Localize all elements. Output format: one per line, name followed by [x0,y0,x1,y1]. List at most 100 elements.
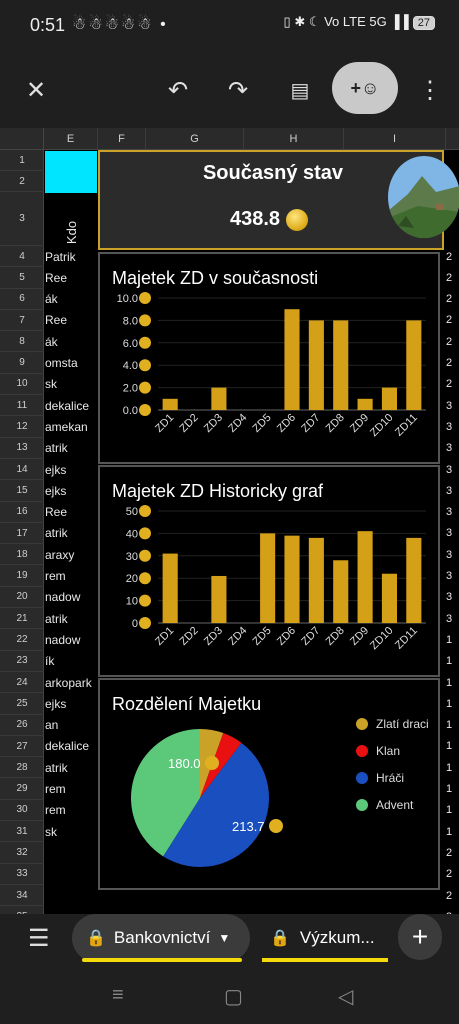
row-header[interactable]: 17 [0,523,44,545]
cell-e[interactable]: atrik [45,608,98,629]
cell-j[interactable]: 3 [446,587,459,608]
cell-j[interactable]: 1 [446,651,459,672]
column-header-g[interactable]: G [146,128,244,150]
cell-e[interactable]: rem [45,566,98,587]
row-header[interactable]: 4 [0,246,44,268]
row-header[interactable]: 11 [0,395,44,417]
column-header-e[interactable]: E [44,128,98,150]
cell-j[interactable]: 2 [446,331,459,352]
row-header[interactable]: 6 [0,289,44,310]
row-header[interactable]: 16 [0,502,44,523]
row-header[interactable]: 10 [0,374,44,396]
cell-e[interactable]: ejks [45,693,98,714]
column-header-h[interactable]: H [244,128,344,150]
chart-asset-distribution[interactable]: Rozdělení Majetku 180.0 213.7 Zlatí draci K… [98,678,440,890]
row-header[interactable]: 15 [0,480,44,502]
column-header-f[interactable]: F [98,128,146,150]
cell-j[interactable]: 3 [446,416,459,437]
row-header[interactable]: 1 [0,150,44,171]
row-header[interactable]: 23 [0,651,44,672]
cell-j[interactable]: 2 [446,267,459,288]
cell-j[interactable]: 2 [446,246,459,267]
kdo-header-cell[interactable]: Kdo [45,194,98,248]
cell-e[interactable]: Ree [45,267,98,288]
home-icon[interactable]: ▢ [224,984,243,1009]
column-header-i[interactable]: I [344,128,446,150]
cell-j[interactable]: 2 [446,864,459,885]
cell-e[interactable]: atrik [45,438,98,459]
cell-e[interactable]: rem [45,800,98,821]
row-header[interactable]: 21 [0,608,44,630]
cell-j[interactable]: 2 [446,842,459,863]
cell-j[interactable]: 3 [446,459,459,480]
close-icon[interactable]: ✕ [16,70,56,110]
mountain-photo[interactable] [388,156,459,238]
cell-e[interactable]: Ree [45,502,98,523]
redo-icon[interactable]: ↷ [218,70,258,110]
row-header[interactable]: 7 [0,310,44,332]
cell-e[interactable]: dekalice [45,736,98,757]
comment-icon[interactable]: ▤ [280,70,320,110]
row-header[interactable]: 13 [0,438,44,459]
all-sheets-icon[interactable]: ☰ [28,924,50,953]
chart-historic-assets[interactable]: Majetek ZD Historicky graf 0 10 20 30 40 50 ZD… [98,465,440,677]
row-header[interactable]: 34 [0,885,44,907]
cell-j[interactable]: 1 [446,736,459,757]
row-header[interactable]: 14 [0,459,44,481]
more-options-icon[interactable]: ⋮ [410,70,450,110]
cell-j[interactable]: 2 [446,289,459,310]
row-header[interactable]: 25 [0,693,44,715]
row-header[interactable]: 24 [0,672,44,694]
row-header[interactable]: 30 [0,800,44,822]
cell-j[interactable]: 3 [446,502,459,523]
row-header[interactable]: 33 [0,864,44,885]
cell-e[interactable]: ík [45,651,98,672]
cell-e[interactable]: ejks [45,480,98,501]
cell-j[interactable]: 1 [446,821,459,842]
cell-j[interactable]: 1 [446,693,459,714]
cell-e[interactable]: Patrik [45,246,98,267]
cell-j[interactable]: 3 [446,395,459,416]
cell-e[interactable]: araxy [45,544,98,565]
cell-j[interactable]: 1 [446,779,459,800]
row-header[interactable]: 28 [0,757,44,779]
row-header[interactable]: 32 [0,842,44,864]
row-header[interactable]: 18 [0,544,44,566]
cell-j[interactable]: 2 [446,885,459,906]
cell-j[interactable]: 2 [446,353,459,374]
row-header[interactable]: 12 [0,416,44,438]
row-header[interactable]: 26 [0,715,44,736]
cell-e[interactable]: nadow [45,629,98,650]
cell-j[interactable]: 2 [446,310,459,331]
cell-e[interactable]: ejks [45,459,98,480]
row-header[interactable]: 29 [0,779,44,800]
cell-j[interactable]: 1 [446,800,459,821]
cell-e[interactable]: sk [45,374,98,395]
cell-j[interactable]: 2 [446,374,459,395]
cell-e[interactable]: ák [45,289,98,310]
tab-bankovnictvi[interactable]: 🔒 Bankovnictví ▼ [72,914,250,962]
row-header[interactable]: 35 [0,906,44,914]
cell-j[interactable]: 1 [446,715,459,736]
cell-j[interactable]: 3 [446,566,459,587]
cell-e[interactable]: atrik [45,523,98,544]
cell-j[interactable]: 1 [446,672,459,693]
cell-j[interactable]: 3 [446,523,459,544]
share-button[interactable]: +☺ [332,62,398,114]
row-header[interactable]: 3 [0,192,44,246]
cell-e[interactable]: atrik [45,757,98,778]
back-icon[interactable]: ◁ [338,984,353,1009]
row-header[interactable]: 8 [0,331,44,353]
spreadsheet-grid[interactable]: E F G H I 1 2 3 4 5 6 7 8 9 10 11 12 13 14 15 16 17 18 19 2… [0,128,459,914]
cell-j[interactable]: 3 [446,608,459,629]
row-header[interactable]: 5 [0,267,44,289]
cell-e[interactable]: Ree [45,310,98,331]
cyan-cell[interactable] [45,151,97,193]
cell-j[interactable]: 1 [446,757,459,778]
cell-e[interactable]: an [45,715,98,736]
corner-cell[interactable] [0,128,44,150]
cell-e[interactable]: omsta [45,353,98,374]
row-header[interactable]: 9 [0,353,44,374]
cell-e[interactable]: rem [45,779,98,800]
cell-e[interactable]: ák [45,331,98,352]
